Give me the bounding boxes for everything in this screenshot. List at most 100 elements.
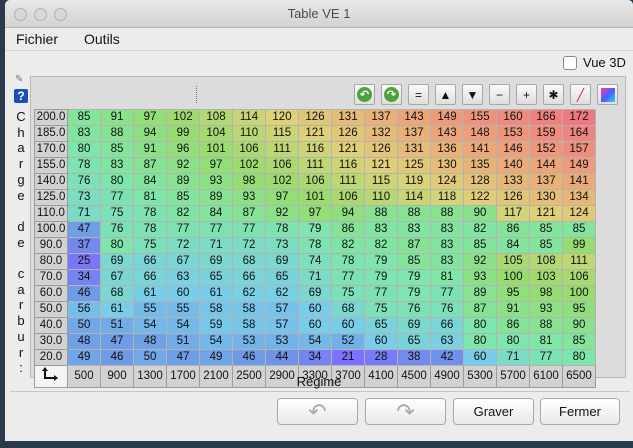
table-cell[interactable]: 114 bbox=[397, 189, 431, 206]
row-label[interactable]: 200.0 bbox=[34, 109, 68, 126]
interpolate-button[interactable]: ╱ bbox=[570, 84, 591, 105]
table-cell[interactable]: 155 bbox=[463, 109, 497, 126]
table-cell[interactable]: 95 bbox=[562, 301, 596, 318]
table-cell[interactable]: 53 bbox=[232, 333, 266, 350]
table-cell[interactable]: 67 bbox=[100, 269, 134, 286]
table-cell[interactable]: 82 bbox=[364, 237, 398, 254]
row-label[interactable]: 20.0 bbox=[34, 349, 68, 366]
table-cell[interactable]: 80 bbox=[463, 333, 497, 350]
table-cell[interactable]: 60 bbox=[298, 301, 332, 318]
table-cell[interactable]: 80 bbox=[100, 237, 134, 254]
table-cell[interactable]: 84 bbox=[496, 237, 530, 254]
table-cell[interactable]: 100 bbox=[562, 285, 596, 302]
table-cell[interactable]: 125 bbox=[397, 157, 431, 174]
table-cell[interactable]: 73 bbox=[265, 237, 299, 254]
table-cell[interactable]: 105 bbox=[496, 253, 530, 270]
table-cell[interactable]: 116 bbox=[331, 157, 365, 174]
table-cell[interactable]: 62 bbox=[265, 285, 299, 302]
table-cell[interactable]: 80 bbox=[463, 317, 497, 334]
table-cell[interactable]: 126 bbox=[364, 141, 398, 158]
table-cell[interactable]: 71 bbox=[496, 349, 530, 366]
table-cell[interactable]: 97 bbox=[199, 157, 233, 174]
table-cell[interactable]: 119 bbox=[397, 173, 431, 190]
row-label[interactable]: 185.0 bbox=[34, 125, 68, 142]
table-cell[interactable]: 60 bbox=[166, 285, 200, 302]
table-cell[interactable]: 68 bbox=[331, 301, 365, 318]
table-cell[interactable]: 77 bbox=[430, 285, 464, 302]
table-cell[interactable]: 131 bbox=[397, 141, 431, 158]
table-cell[interactable]: 60 bbox=[331, 317, 365, 334]
table-cell[interactable]: 68 bbox=[100, 285, 134, 302]
table-cell[interactable]: 88 bbox=[364, 205, 398, 222]
table-cell[interactable]: 122 bbox=[463, 189, 497, 206]
table-cell[interactable]: 144 bbox=[529, 157, 563, 174]
table-cell[interactable]: 87 bbox=[232, 205, 266, 222]
table-cell[interactable]: 106 bbox=[331, 189, 365, 206]
table-cell[interactable]: 166 bbox=[529, 109, 563, 126]
table-cell[interactable]: 71 bbox=[199, 237, 233, 254]
table-cell[interactable]: 48 bbox=[67, 333, 101, 350]
vue3d-toggle[interactable]: Vue 3D bbox=[563, 55, 626, 70]
table-cell[interactable]: 96 bbox=[166, 141, 200, 158]
table-cell[interactable]: 143 bbox=[430, 125, 464, 142]
table-cell[interactable]: 153 bbox=[496, 125, 530, 142]
table-cell[interactable]: 47 bbox=[166, 349, 200, 366]
table-cell[interactable]: 88 bbox=[529, 317, 563, 334]
table-cell[interactable]: 111 bbox=[265, 141, 299, 158]
fermer-button[interactable]: Fermer bbox=[540, 398, 620, 425]
table-cell[interactable]: 102 bbox=[232, 157, 266, 174]
table-cell[interactable]: 77 bbox=[199, 221, 233, 238]
table-cell[interactable]: 51 bbox=[100, 317, 134, 334]
table-cell[interactable]: 124 bbox=[430, 173, 464, 190]
row-label[interactable]: 30.0 bbox=[34, 333, 68, 350]
table-cell[interactable]: 65 bbox=[364, 317, 398, 334]
table-cell[interactable]: 141 bbox=[562, 173, 596, 190]
table-cell[interactable]: 126 bbox=[496, 189, 530, 206]
table-cell[interactable]: 120 bbox=[265, 109, 299, 126]
table-cell[interactable]: 88 bbox=[430, 205, 464, 222]
table-cell[interactable]: 85 bbox=[463, 237, 497, 254]
table-cell[interactable]: 118 bbox=[430, 189, 464, 206]
row-label[interactable]: 100.0 bbox=[34, 221, 68, 238]
table-cell[interactable]: 111 bbox=[298, 157, 332, 174]
table-cell[interactable]: 99 bbox=[166, 125, 200, 142]
table-cell[interactable]: 77 bbox=[100, 189, 134, 206]
table-cell[interactable]: 141 bbox=[463, 141, 497, 158]
table-cell[interactable]: 91 bbox=[496, 301, 530, 318]
table-cell[interactable]: 111 bbox=[331, 173, 365, 190]
table-cell[interactable]: 136 bbox=[430, 141, 464, 158]
table-cell[interactable]: 148 bbox=[463, 125, 497, 142]
table-cell[interactable]: 61 bbox=[199, 285, 233, 302]
table-cell[interactable]: 49 bbox=[199, 349, 233, 366]
table-cell[interactable]: 72 bbox=[232, 237, 266, 254]
table-cell[interactable]: 91 bbox=[133, 141, 167, 158]
table-cell[interactable]: 66 bbox=[133, 269, 167, 286]
table-cell[interactable]: 85 bbox=[67, 109, 101, 126]
table-cell[interactable]: 66 bbox=[430, 317, 464, 334]
table-cell[interactable]: 75 bbox=[133, 237, 167, 254]
table-cell[interactable]: 38 bbox=[397, 349, 431, 366]
table-cell[interactable]: 143 bbox=[397, 109, 431, 126]
ve-table[interactable]: 200.0 85 91 97 102 108 114 120 126 131 137 143 149 15… bbox=[34, 109, 596, 388]
table-cell[interactable]: 77 bbox=[166, 221, 200, 238]
table-cell[interactable]: 73 bbox=[67, 189, 101, 206]
table-cell[interactable]: 47 bbox=[67, 221, 101, 238]
table-cell[interactable]: 86 bbox=[496, 317, 530, 334]
table-cell[interactable]: 108 bbox=[529, 253, 563, 270]
table-cell[interactable]: 83 bbox=[397, 221, 431, 238]
table-cell[interactable]: 78 bbox=[67, 157, 101, 174]
table-cell[interactable]: 83 bbox=[430, 253, 464, 270]
table-cell[interactable]: 103 bbox=[529, 269, 563, 286]
table-cell[interactable]: 48 bbox=[133, 333, 167, 350]
table-cell[interactable]: 66 bbox=[133, 253, 167, 270]
table-cell[interactable]: 42 bbox=[430, 349, 464, 366]
table-cell[interactable]: 50 bbox=[133, 349, 167, 366]
table-cell[interactable]: 121 bbox=[364, 157, 398, 174]
row-label[interactable]: 70.0 bbox=[34, 269, 68, 286]
table-cell[interactable]: 110 bbox=[364, 189, 398, 206]
table-cell[interactable]: 93 bbox=[232, 189, 266, 206]
table-cell[interactable]: 82 bbox=[463, 221, 497, 238]
table-cell[interactable]: 87 bbox=[397, 237, 431, 254]
row-label[interactable]: 40.0 bbox=[34, 317, 68, 334]
table-cell[interactable]: 75 bbox=[100, 205, 134, 222]
